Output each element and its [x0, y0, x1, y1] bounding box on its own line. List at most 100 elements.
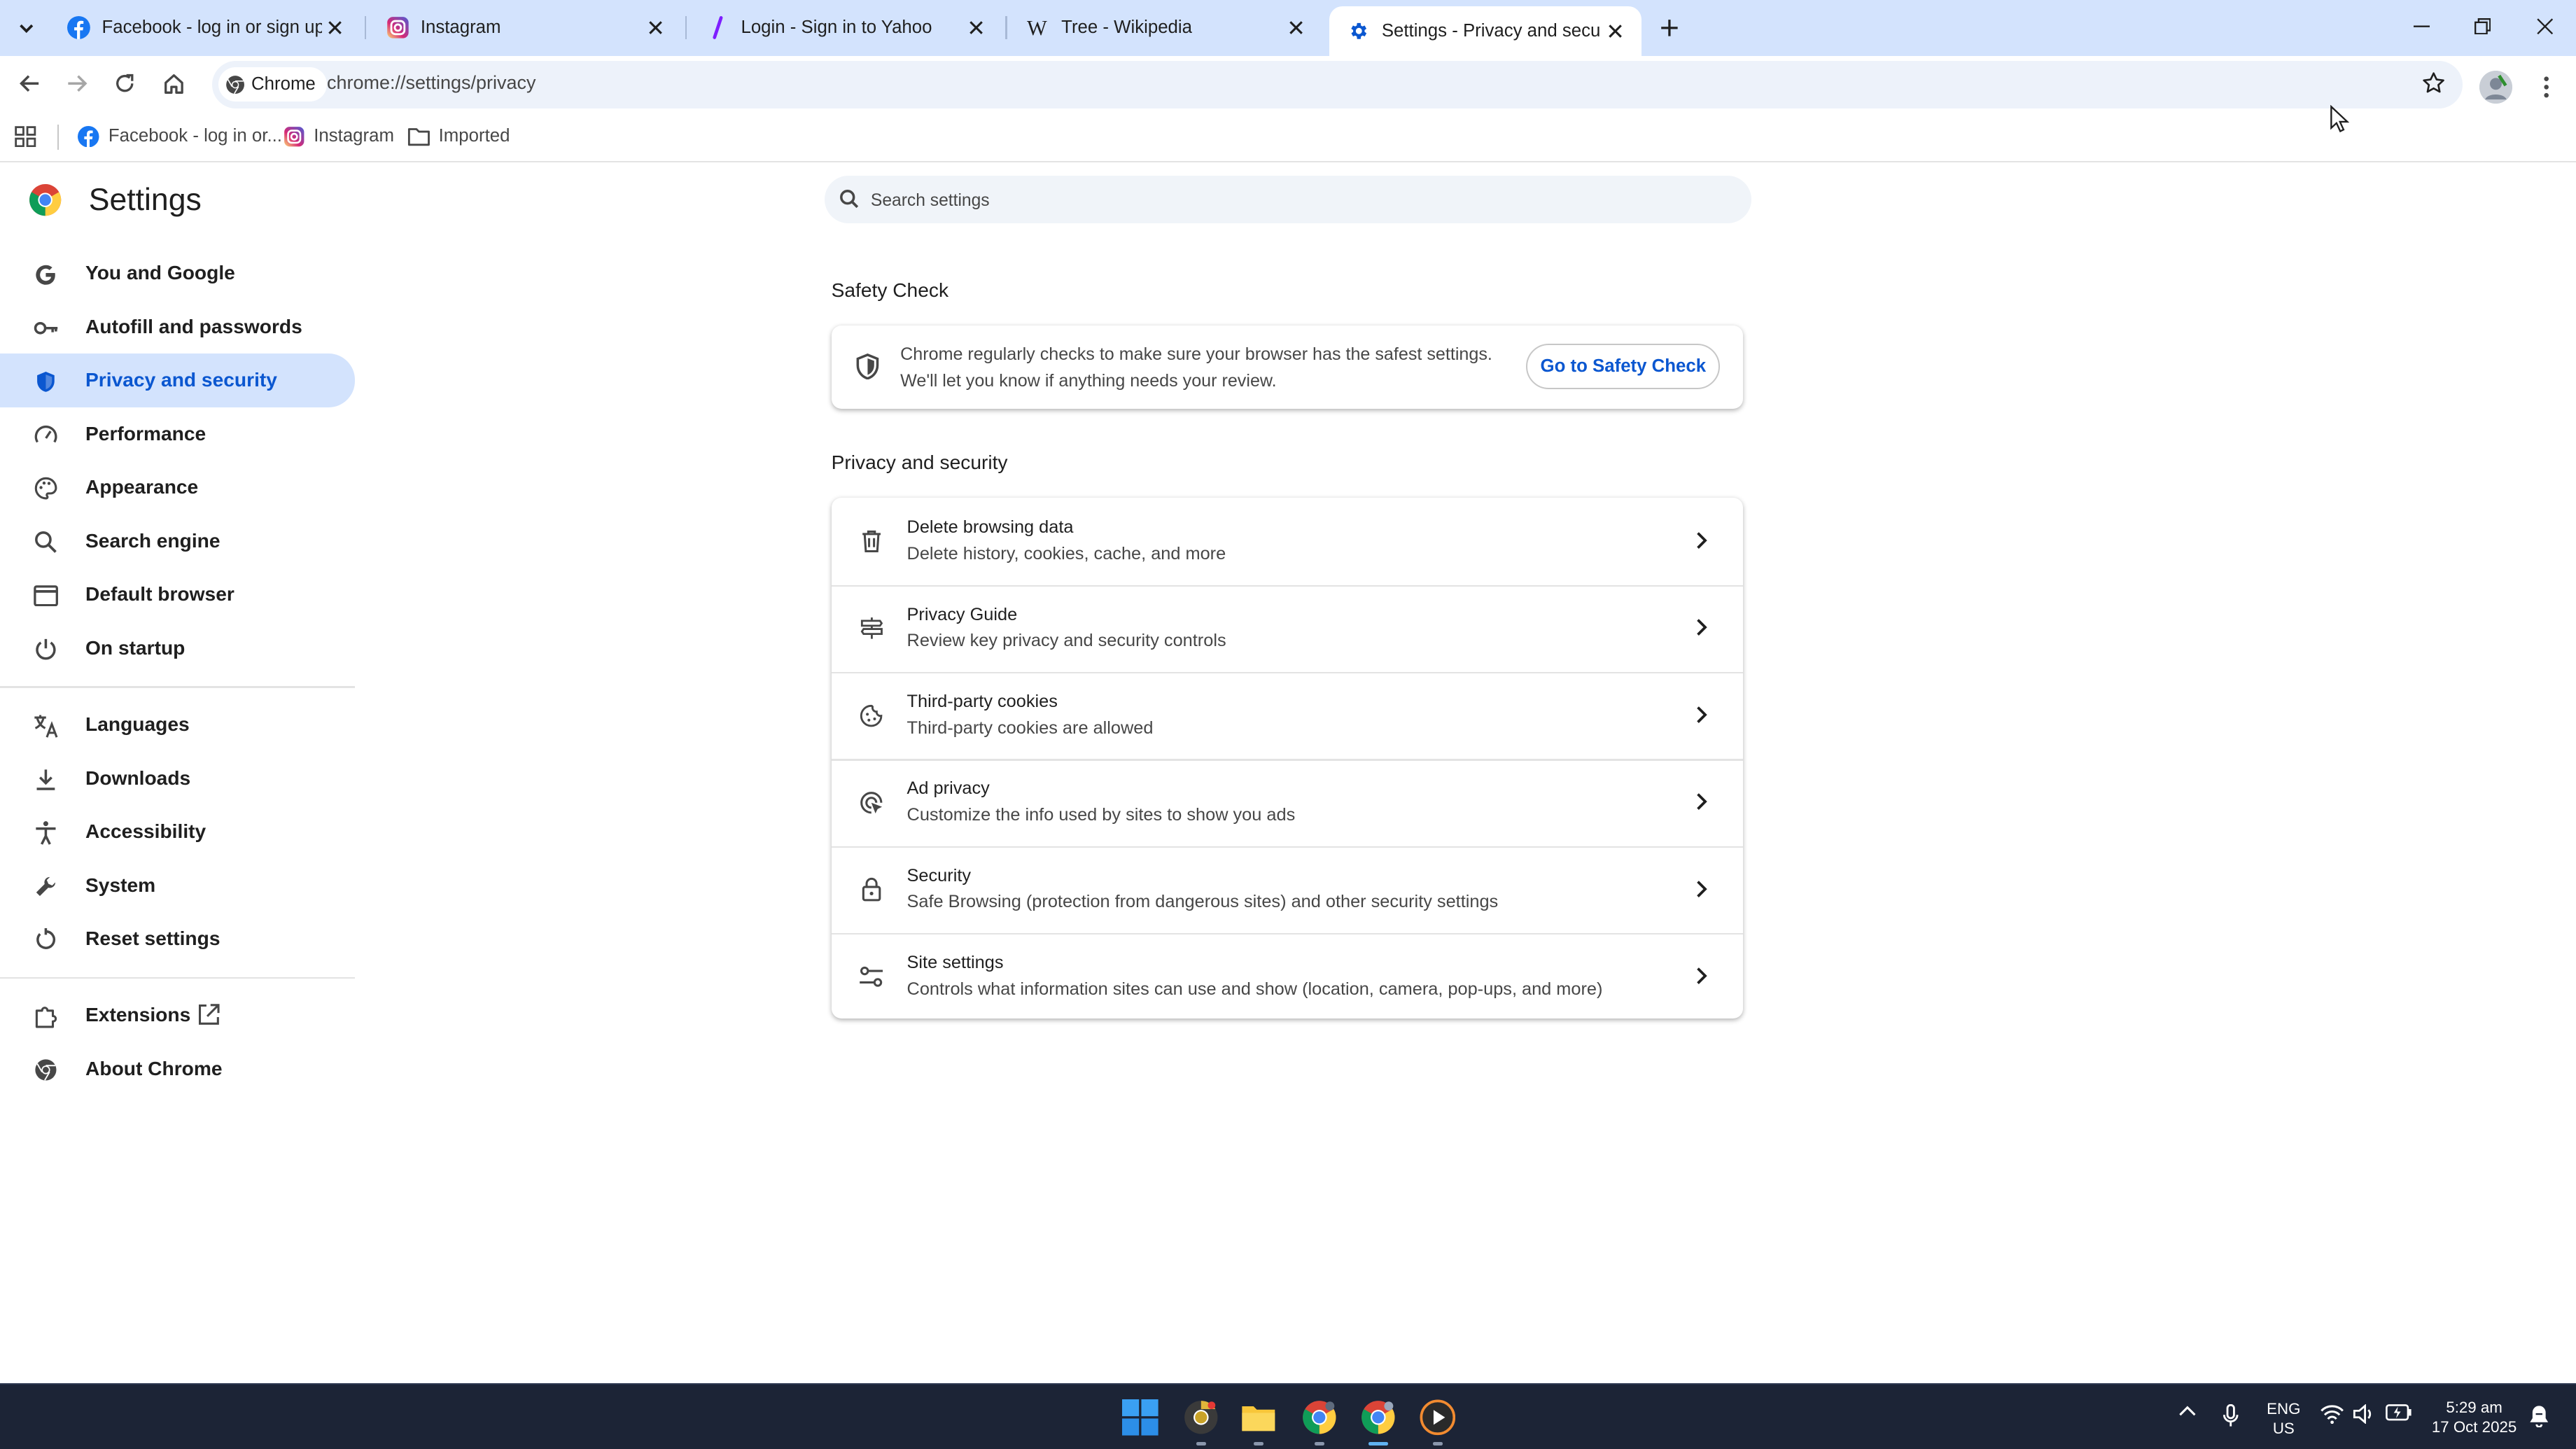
minimize-icon — [2413, 25, 2430, 27]
taskbar-app-chrome-profile-1[interactable] — [1298, 1396, 1340, 1439]
running-indicator — [1253, 1442, 1264, 1446]
bookmark-folder-imported[interactable]: Imported — [407, 123, 510, 150]
start-button[interactable] — [1119, 1396, 1161, 1439]
battery-status[interactable] — [2385, 1404, 2412, 1421]
input-language-indicator[interactable]: ENG US — [2260, 1399, 2306, 1438]
taskbar-app-file-explorer[interactable] — [1237, 1396, 1280, 1439]
microphone-icon — [2223, 1404, 2239, 1427]
show-hidden-icons-button[interactable] — [2178, 1404, 2197, 1418]
wifi-status[interactable] — [2320, 1404, 2344, 1424]
row-title: Delete browsing data — [906, 517, 1074, 538]
profile-avatar[interactable] — [2479, 70, 2512, 104]
sidebar-item-system[interactable]: System — [0, 858, 355, 912]
sidebar-item-label: Accessibility — [85, 820, 206, 843]
bookmark-facebook[interactable]: Facebook - log in or... — [77, 123, 282, 150]
minimize-button[interactable] — [2390, 6, 2453, 46]
row-divider — [831, 584, 1744, 587]
site-settings-row[interactable]: Site settings Controls what information … — [831, 933, 1744, 1020]
windows-taskbar: ENG US 5:29 am 17 Oct 2025 — [0, 1383, 2576, 1449]
chevron-right-icon — [1695, 966, 1709, 986]
microphone-button[interactable] — [2222, 1404, 2239, 1427]
translate-icon — [33, 713, 59, 739]
row-title: Ad privacy — [906, 778, 990, 799]
sidebar-item-accessibility[interactable]: Accessibility — [0, 805, 355, 859]
taskbar-app-chrome-canary[interactable] — [1180, 1396, 1222, 1439]
instagram-icon — [283, 125, 306, 148]
tab-settings[interactable]: Settings - Privacy and security — [1329, 6, 1642, 56]
back-button[interactable] — [10, 64, 49, 104]
bookmark-star-icon[interactable] — [2421, 71, 2446, 95]
sidebar-item-default-browser[interactable]: Default browser — [0, 568, 355, 622]
search-settings-bar[interactable] — [825, 176, 1751, 224]
row-subtitle: Review key privacy and security controls — [906, 631, 1226, 651]
palette-icon — [33, 475, 59, 502]
new-tab-button[interactable] — [1653, 11, 1686, 44]
close-tab-icon[interactable] — [962, 15, 989, 41]
chip-label: Chrome — [251, 74, 316, 94]
sidebar-item-label: Downloads — [85, 766, 191, 789]
tab-title: Settings - Privacy and security — [1381, 21, 1602, 41]
search-icon — [33, 529, 59, 556]
battery-icon — [2385, 1404, 2412, 1421]
puzzle-icon — [33, 1003, 59, 1030]
privacy-guide-row[interactable]: Privacy Guide Review key privacy and sec… — [831, 584, 1744, 672]
close-tab-icon[interactable] — [643, 15, 669, 41]
chrome-icon — [1302, 1401, 1336, 1434]
sidebar-item-label: Performance — [85, 422, 206, 444]
close-tab-icon[interactable] — [1602, 18, 1628, 45]
windows-logo-icon — [1121, 1399, 1158, 1436]
home-button[interactable] — [155, 64, 194, 104]
tab-yahoo[interactable]: Login - Sign in to Yahoo — [688, 6, 1002, 49]
tab-instagram[interactable]: Instagram — [368, 6, 682, 49]
site-info-chip[interactable]: Chrome — [218, 67, 328, 102]
sidebar-item-on-startup[interactable]: On startup — [0, 622, 355, 676]
ad-privacy-row[interactable]: Ad privacy Customize the info used by si… — [831, 759, 1744, 846]
notification-bell-icon — [2530, 1406, 2549, 1428]
tab-wikipedia[interactable]: W Tree - Wikipedia — [1009, 6, 1322, 49]
sidebar-item-you-and-google[interactable]: You and Google — [0, 246, 355, 300]
security-row[interactable]: Security Safe Browsing (protection from … — [831, 846, 1744, 933]
sidebar-item-downloads[interactable]: Downloads — [0, 751, 355, 805]
search-icon — [840, 189, 859, 209]
facebook-icon — [66, 15, 92, 41]
search-settings-input[interactable] — [867, 186, 1696, 217]
chevron-right-icon — [1695, 531, 1709, 550]
chrome-menu-button[interactable] — [2530, 67, 2563, 106]
taskbar-app-media-player[interactable] — [1416, 1396, 1459, 1439]
chrome-canary-icon — [1184, 1401, 1218, 1434]
sidebar-item-reset-settings[interactable]: Reset settings — [0, 912, 355, 966]
sidebar-item-autofill[interactable]: Autofill and passwords — [0, 300, 355, 354]
volume-status[interactable] — [2353, 1404, 2376, 1424]
sidebar-item-appearance[interactable]: Appearance — [0, 461, 355, 514]
forward-button[interactable] — [57, 64, 97, 104]
third-party-cookies-row[interactable]: Third-party cookies Third-party cookies … — [831, 671, 1744, 759]
apps-button[interactable] — [15, 123, 36, 150]
clock[interactable]: 5:29 am 17 Oct 2025 — [2421, 1398, 2526, 1437]
restore-button[interactable] — [2451, 6, 2514, 46]
bookmark-instagram[interactable]: Instagram — [283, 123, 394, 150]
delete-browsing-data-row[interactable]: Delete browsing data Delete history, coo… — [832, 498, 1744, 584]
sidebar-item-about-chrome[interactable]: About Chrome — [0, 1042, 355, 1096]
tab-facebook[interactable]: Facebook - log in or sign up — [49, 6, 361, 49]
reload-button[interactable] — [105, 64, 144, 104]
close-tab-icon[interactable] — [1283, 15, 1310, 41]
key-icon — [33, 315, 59, 342]
browser-toolbar: Chrome chrome://settings/privacy — [0, 55, 2576, 112]
notifications-button[interactable] — [2528, 1404, 2550, 1428]
go-to-safety-check-button[interactable]: Go to Safety Check — [1526, 343, 1721, 390]
clock-date: 17 Oct 2025 — [2431, 1418, 2517, 1436]
sidebar-item-privacy-and-security[interactable]: Privacy and security — [0, 354, 355, 407]
taskbar-app-chrome-active[interactable] — [1357, 1396, 1400, 1439]
tab-title: Facebook - log in or sign up — [102, 18, 323, 38]
close-window-button[interactable] — [2514, 6, 2576, 46]
close-tab-icon[interactable] — [322, 15, 349, 41]
restore-icon — [2474, 18, 2491, 35]
chevron-right-icon — [1695, 705, 1709, 724]
sidebar-item-search-engine[interactable]: Search engine — [0, 514, 355, 568]
sidebar-item-performance[interactable]: Performance — [0, 407, 355, 461]
row-subtitle: Safe Browsing (protection from dangerous… — [906, 892, 1499, 912]
tab-search-button[interactable] — [8, 10, 45, 46]
sidebar-item-extensions[interactable]: Extensions — [0, 988, 355, 1042]
sidebar-item-languages[interactable]: Languages — [0, 698, 355, 752]
address-bar[interactable]: Chrome chrome://settings/privacy — [211, 60, 2463, 108]
